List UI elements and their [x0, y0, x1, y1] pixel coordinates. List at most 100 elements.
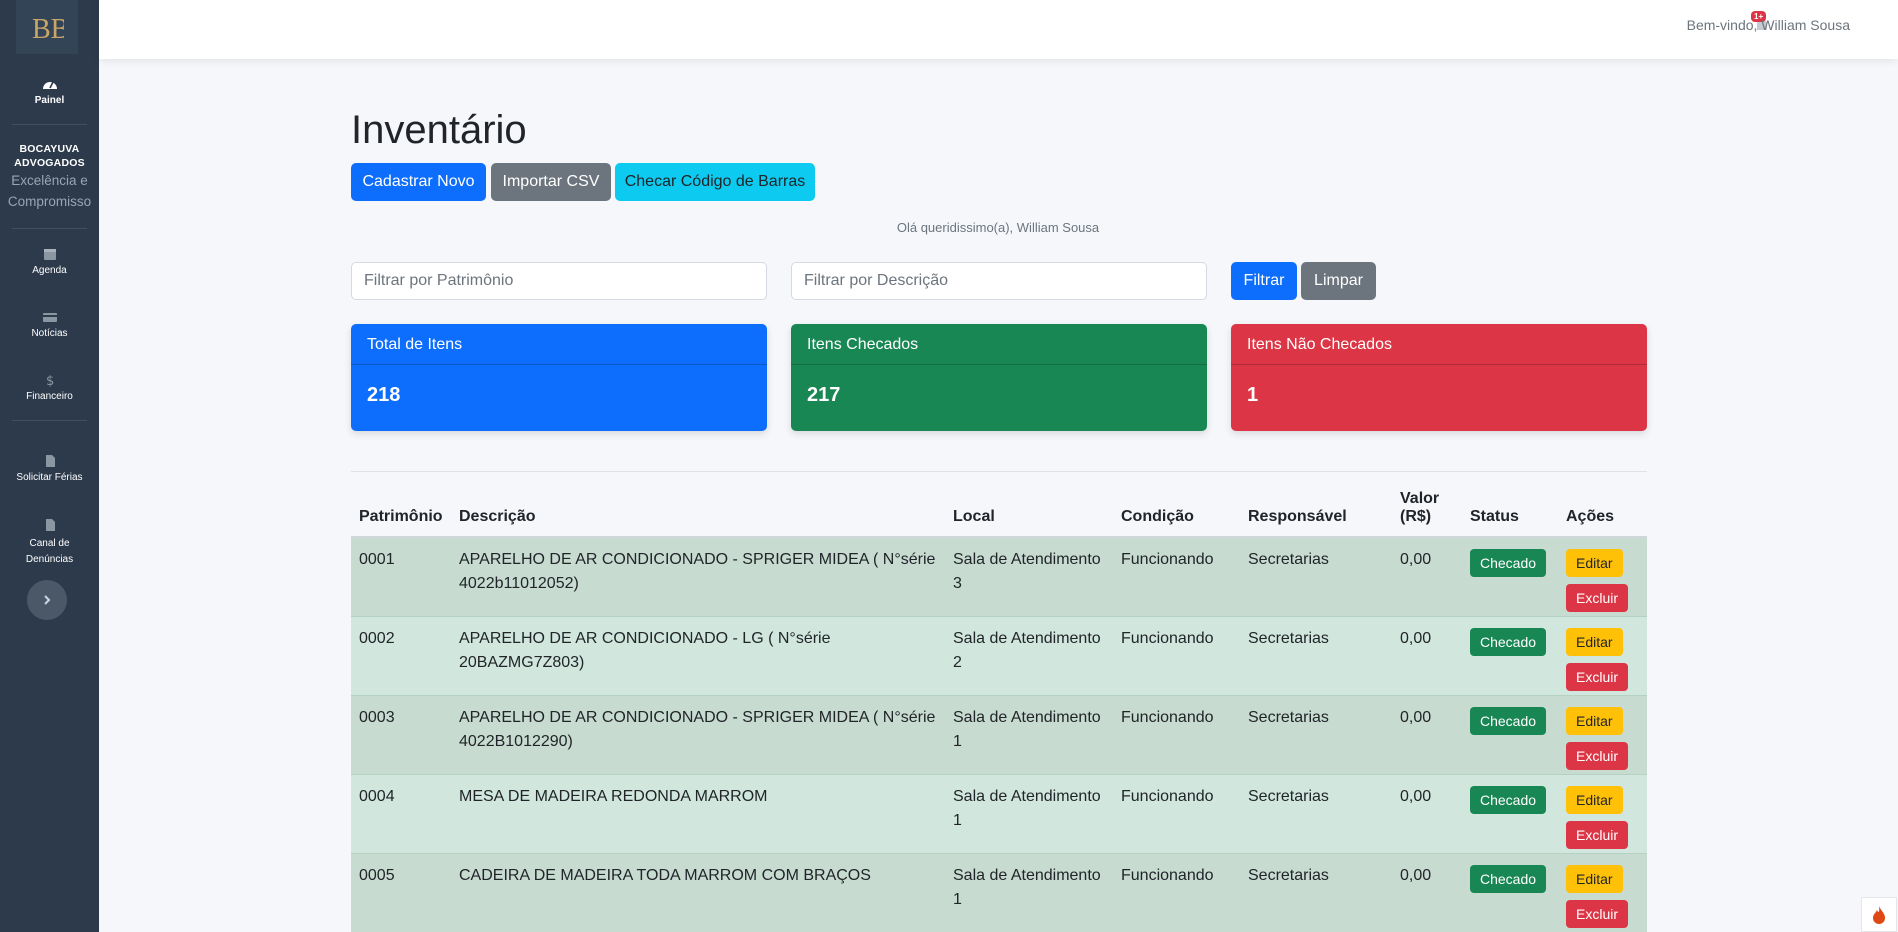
file-icon: [45, 455, 55, 467]
cell-acoes: Editar Excluir: [1558, 537, 1647, 617]
cell-condicao: Funcionando: [1113, 695, 1240, 775]
cell-descricao: APARELHO DE AR CONDICIONADO - SPRIGER MI…: [451, 537, 945, 617]
cell-local: Sala de Atendimento 3: [945, 537, 1113, 617]
cell-condicao: Funcionando: [1113, 774, 1240, 854]
sidebar: BB Painel BOCAYUVA ADVOGADOS Excelência …: [0, 0, 99, 932]
col-valor-line1: Valor: [1400, 490, 1440, 507]
sidebar-item-label: Agenda: [32, 265, 67, 276]
sidebar-item-agenda[interactable]: Agenda: [0, 247, 99, 276]
cell-valor: 0,00: [1392, 774, 1462, 854]
cell-local: Sala de Atendimento 1: [945, 774, 1113, 854]
table-row: 0002 APARELHO DE AR CONDICIONADO - LG ( …: [351, 616, 1647, 696]
file-icon: [45, 519, 55, 531]
descricao-filter-input[interactable]: [791, 262, 1207, 300]
cell-descricao: APARELHO DE AR CONDICIONADO - SPRIGER MI…: [451, 695, 945, 775]
delete-button[interactable]: Excluir: [1566, 584, 1629, 612]
sidebar-item-solicitar-ferias[interactable]: Solicitar Férias: [0, 454, 99, 483]
cell-acoes: Editar Excluir: [1558, 853, 1647, 932]
brand-block: BOCAYUVA ADVOGADOS Excelência e Compromi…: [0, 142, 99, 212]
import-csv-button[interactable]: Importar CSV: [491, 163, 611, 201]
cell-local: Sala de Atendimento 2: [945, 616, 1113, 696]
debug-toolbar-button[interactable]: [1861, 897, 1897, 932]
flame-icon: [1873, 905, 1885, 924]
inventory-table: Patrimônio Descrição Local Condição Resp…: [351, 476, 1647, 932]
add-new-button[interactable]: Cadastrar Novo: [351, 163, 486, 201]
card-value: 1: [1247, 384, 1259, 406]
cell-descricao: APARELHO DE AR CONDICIONADO - LG ( N°sér…: [451, 616, 945, 696]
cell-valor: 0,00: [1392, 695, 1462, 775]
col-valor: Valor (R$): [1392, 476, 1462, 538]
logo[interactable]: BB: [16, 0, 78, 54]
col-acoes: Ações: [1558, 476, 1647, 538]
delete-button[interactable]: Excluir: [1566, 662, 1629, 691]
brand-name-2: ADVOGADOS: [14, 157, 85, 169]
greeting-text: Olá queridissimo(a), William Sousa: [896, 220, 1100, 235]
total-items-card: Total de Itens 218: [351, 324, 767, 431]
table-row: 0003 APARELHO DE AR CONDICIONADO - SPRIG…: [351, 695, 1647, 775]
edit-button[interactable]: Editar: [1566, 785, 1623, 814]
sidebar-item-noticias[interactable]: Notícias: [0, 310, 99, 339]
cell-patrimonio: 0005: [351, 853, 451, 932]
cell-acoes: Editar Excluir: [1558, 616, 1647, 696]
cell-responsavel: Secretarias: [1240, 853, 1392, 932]
cell-patrimonio: 0002: [351, 616, 451, 696]
card-icon: [42, 313, 57, 322]
sidebar-item-label: Solicitar Férias: [16, 472, 83, 483]
clear-button[interactable]: Limpar: [1301, 262, 1376, 300]
delete-button[interactable]: Excluir: [1566, 820, 1629, 849]
cell-responsavel: Secretarias: [1240, 537, 1392, 617]
patrimonio-filter-input[interactable]: [351, 262, 767, 300]
edit-button[interactable]: Editar: [1566, 549, 1623, 577]
cell-responsavel: Secretarias: [1240, 774, 1392, 854]
status-badge[interactable]: Checado: [1470, 706, 1547, 735]
col-valor-line2: (R$): [1400, 508, 1432, 525]
sidebar-item-label: Painel: [34, 95, 65, 106]
sidebar-toggle-button[interactable]: [27, 580, 67, 620]
cell-local: Sala de Atendimento 1: [945, 853, 1113, 932]
dollar-icon: $: [46, 374, 54, 387]
card-value: 217: [807, 384, 841, 406]
sidebar-item-financeiro[interactable]: $ Financeiro: [0, 373, 99, 402]
page-title: Inventário: [351, 108, 527, 152]
edit-button[interactable]: Editar: [1566, 864, 1623, 893]
col-responsavel: Responsável: [1240, 476, 1392, 538]
cell-status: Checado: [1462, 537, 1558, 617]
table-row: 0001 APARELHO DE AR CONDICIONADO - SPRIG…: [351, 537, 1647, 617]
check-barcode-button[interactable]: Checar Código de Barras: [615, 163, 815, 201]
cell-status: Checado: [1462, 616, 1558, 696]
cell-patrimonio: 0003: [351, 695, 451, 775]
delete-button[interactable]: Excluir: [1566, 899, 1629, 928]
sidebar-item-canal-denuncias[interactable]: Canal de Denúncias: [0, 518, 99, 568]
cell-condicao: Funcionando: [1113, 537, 1240, 617]
cell-patrimonio: 0004: [351, 774, 451, 854]
cell-descricao: MESA DE MADEIRA REDONDA MARROM: [451, 774, 945, 854]
sidebar-divider: [12, 228, 87, 229]
delete-button[interactable]: Excluir: [1566, 741, 1629, 770]
col-status: Status: [1462, 476, 1558, 538]
table-row: 0005 CADEIRA DE MADEIRA TODA MARROM COM …: [351, 853, 1647, 932]
status-badge[interactable]: Checado: [1470, 627, 1547, 656]
status-badge[interactable]: Checado: [1470, 785, 1547, 814]
cell-acoes: Editar Excluir: [1558, 695, 1647, 775]
cell-valor: 0,00: [1392, 537, 1462, 617]
sidebar-item-painel[interactable]: Painel: [0, 77, 99, 106]
cell-status: Checado: [1462, 853, 1558, 932]
svg-text:BB: BB: [32, 14, 64, 42]
card-value: 218: [367, 384, 401, 406]
divider: [351, 471, 1647, 472]
brand-tagline-2: Compromisso: [7, 194, 92, 209]
logo-icon: BB: [32, 14, 64, 42]
gauge-icon: [42, 81, 57, 89]
status-badge[interactable]: Checado: [1470, 864, 1547, 893]
col-patrimonio: Patrimônio: [351, 476, 451, 538]
cell-status: Checado: [1462, 774, 1558, 854]
cell-status: Checado: [1462, 695, 1558, 775]
status-badge[interactable]: Checado: [1470, 549, 1547, 577]
edit-button[interactable]: Editar: [1566, 706, 1623, 735]
col-condicao: Condição: [1113, 476, 1240, 538]
checked-items-card: Itens Checados 217: [791, 324, 1207, 431]
filter-button[interactable]: Filtrar: [1231, 262, 1297, 300]
edit-button[interactable]: Editar: [1566, 627, 1623, 656]
sidebar-item-label: Financeiro: [26, 391, 73, 402]
col-descricao: Descrição: [451, 476, 945, 538]
